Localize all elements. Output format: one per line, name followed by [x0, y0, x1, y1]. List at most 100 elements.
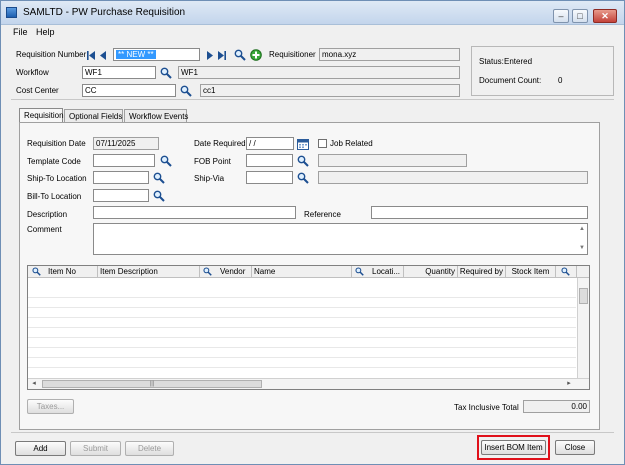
close-window-button[interactable]: ✕: [593, 9, 617, 23]
column-extra[interactable]: [556, 266, 577, 278]
workflow-code-input[interactable]: WF1: [82, 66, 156, 79]
document-count-value: 0: [558, 76, 563, 85]
ship-via-label: Ship-Via: [194, 174, 225, 183]
grid-header: Item No Item Description Vendor Name Loc…: [28, 266, 589, 278]
ship-via-input[interactable]: [246, 171, 293, 184]
window-title: SAMLTD - PW Purchase Requisition: [23, 7, 186, 18]
status-group: Status: Entered Document Count: 0: [471, 46, 614, 96]
tax-inclusive-total-field: 0.00: [523, 400, 590, 413]
column-vendor-label: Vendor: [220, 267, 246, 276]
workflow-finder-icon[interactable]: [160, 67, 172, 79]
grid-row[interactable]: [28, 338, 576, 348]
purchase-requisition-window: SAMLTD - PW Purchase Requisition – □ ✕ F…: [0, 0, 625, 465]
column-item-description[interactable]: Item Description: [98, 266, 200, 278]
cost-center-code-input[interactable]: CC: [82, 84, 176, 97]
grid-row[interactable]: [28, 298, 576, 308]
status-label: Status:: [479, 57, 504, 66]
close-button[interactable]: Close: [555, 440, 595, 455]
template-code-input[interactable]: [93, 154, 155, 167]
template-code-finder-icon[interactable]: [160, 155, 172, 167]
menu-bar: File Help: [1, 25, 624, 39]
grid-row[interactable]: [28, 348, 576, 358]
ship-via-description-field: [318, 171, 588, 184]
ship-to-location-label: Ship-To Location: [27, 174, 87, 183]
cost-center-finder-icon[interactable]: [180, 85, 192, 97]
requisitioner-label: Requisitioner: [269, 50, 316, 59]
column-quantity[interactable]: Quantity: [404, 266, 458, 278]
maximize-button[interactable]: □: [572, 9, 588, 23]
column-stock-item[interactable]: Stock Item: [506, 266, 556, 278]
grid-row[interactable]: [28, 358, 576, 368]
taxes-button[interactable]: Taxes...: [27, 399, 74, 414]
items-grid[interactable]: Item No Item Description Vendor Name Loc…: [27, 265, 590, 390]
menu-file[interactable]: File: [13, 27, 28, 37]
reference-input[interactable]: [371, 206, 588, 219]
next-record-icon[interactable]: [205, 50, 214, 61]
minimize-button[interactable]: –: [553, 9, 569, 23]
bottom-divider: [11, 432, 614, 433]
requisition-number-input[interactable]: ** NEW **: [113, 48, 200, 61]
header-divider: [11, 99, 614, 100]
requisitioner-field: mona.xyz: [319, 48, 460, 61]
tab-requisition[interactable]: Requisition: [19, 108, 64, 123]
add-button[interactable]: Add: [15, 441, 66, 456]
calendar-icon[interactable]: [297, 138, 309, 150]
fob-point-input[interactable]: [246, 154, 293, 167]
first-record-icon[interactable]: [87, 50, 96, 61]
template-code-label: Template Code: [27, 157, 81, 166]
finder-magnifier-icon[interactable]: [234, 49, 246, 61]
job-related-label: Job Related: [330, 139, 373, 148]
cost-center-description-field: cc1: [200, 84, 460, 97]
date-required-label: Date Required: [194, 139, 246, 148]
green-plus-icon[interactable]: [250, 49, 262, 61]
description-input[interactable]: [93, 206, 296, 219]
last-record-icon[interactable]: [217, 50, 226, 61]
column-vendor[interactable]: Vendor: [200, 266, 252, 278]
grid-row[interactable]: [28, 318, 576, 328]
grid-vertical-scrollbar[interactable]: [577, 278, 589, 378]
grid-horizontal-scrollbar[interactable]: ◂ ||| ▸: [28, 378, 589, 389]
bill-to-location-input[interactable]: [93, 189, 149, 202]
vertical-scroll-thumb[interactable]: [579, 288, 588, 304]
delete-button[interactable]: Delete: [125, 441, 174, 456]
comment-label: Comment: [27, 225, 62, 234]
menu-help[interactable]: Help: [36, 27, 55, 37]
item-no-finder-icon[interactable]: [32, 267, 41, 276]
scroll-left-icon[interactable]: ◂: [30, 379, 38, 389]
column-item-no[interactable]: Item No: [28, 266, 98, 278]
fob-point-label: FOB Point: [194, 157, 231, 166]
ship-via-finder-icon[interactable]: [297, 172, 309, 184]
grid-row[interactable]: [28, 308, 576, 318]
date-required-input[interactable]: / /: [246, 137, 294, 150]
vendor-finder-icon[interactable]: [203, 267, 212, 276]
status-value: Entered: [504, 57, 533, 66]
bill-to-finder-icon[interactable]: [153, 190, 165, 202]
grid-row[interactable]: [28, 328, 576, 338]
location-finder-icon[interactable]: [355, 267, 364, 276]
description-label: Description: [27, 210, 68, 219]
fob-point-finder-icon[interactable]: [297, 155, 309, 167]
column-required-by[interactable]: Required by: [458, 266, 506, 278]
column-name[interactable]: Name: [252, 266, 352, 278]
column-location[interactable]: Locati...: [352, 266, 404, 278]
grid-row[interactable]: [28, 288, 576, 298]
document-count-label: Document Count:: [479, 76, 542, 85]
ship-to-location-input[interactable]: [93, 171, 149, 184]
job-related-checkbox[interactable]: [318, 139, 327, 148]
tab-optional-fields[interactable]: Optional Fields: [64, 109, 123, 123]
horizontal-scroll-thumb[interactable]: |||: [42, 380, 262, 388]
submit-button[interactable]: Submit: [70, 441, 121, 456]
previous-record-icon[interactable]: [99, 50, 108, 61]
extra-column-finder-icon[interactable]: [561, 267, 570, 276]
bill-to-location-label: Bill-To Location: [27, 192, 82, 201]
tab-workflow-events[interactable]: Workflow Events: [124, 109, 188, 123]
ship-to-finder-icon[interactable]: [153, 172, 165, 184]
cost-center-label: Cost Center: [16, 86, 59, 95]
tax-inclusive-total-label: Tax Inclusive Total: [454, 403, 519, 412]
scroll-right-icon[interactable]: ▸: [565, 379, 573, 389]
highlight-box: [477, 435, 550, 460]
requisition-number-label: Requisition Number: [16, 50, 87, 59]
comment-textarea[interactable]: ▲ ▼: [93, 223, 588, 255]
workflow-label: Workflow: [16, 68, 49, 77]
title-bar[interactable]: SAMLTD - PW Purchase Requisition – □ ✕: [1, 1, 624, 25]
